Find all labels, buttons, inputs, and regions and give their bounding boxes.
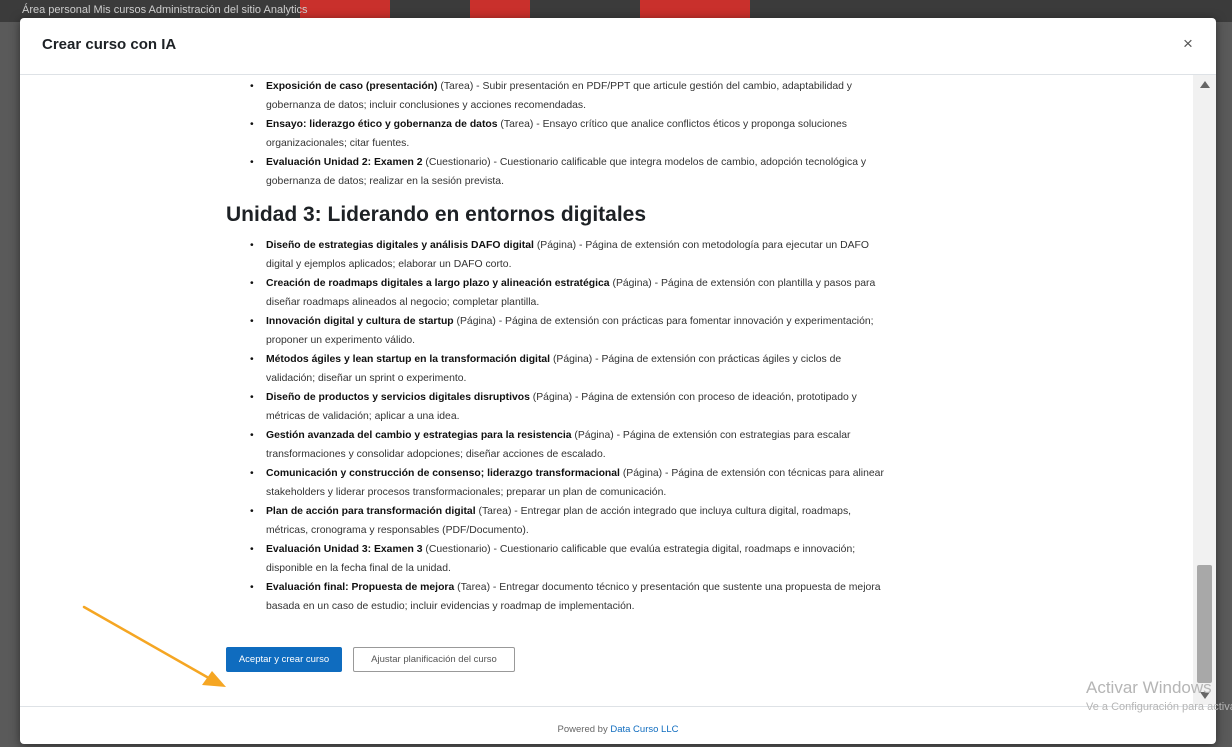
activity-description-continued: métricas, cronograma y responsables (PDF… — [266, 525, 529, 536]
annotation-arrow — [82, 605, 226, 687]
activity-title: Diseño de estrategias digitales y anális… — [266, 240, 534, 251]
activity-item: Métodos ágiles y lean startup en la tran… — [246, 350, 1026, 388]
scroll-up-arrow-icon[interactable] — [1200, 81, 1210, 88]
activity-description: (Página) - Página de extensión con proce… — [529, 392, 857, 403]
unit3-activity-list: Diseño de estrategias digitales y anális… — [246, 236, 1026, 616]
modal-header: Crear curso con IA × — [20, 18, 1216, 75]
activity-title: Diseño de productos y servicios digitale… — [266, 392, 530, 403]
activity-description-continued: transformaciones y consolidar adopciones… — [266, 449, 606, 460]
activity-item: Evaluación Unidad 2: Examen 2 (Cuestiona… — [246, 153, 1026, 191]
activity-description: (Página) - Página de extensión con técni… — [619, 468, 884, 479]
unit2-activity-list: Exposición de caso (presentación) (Tarea… — [246, 77, 1026, 191]
modal-footer: Powered by Data Curso LLC — [20, 706, 1216, 745]
activity-description-continued: disponible en la fecha final de la unida… — [266, 563, 451, 574]
activity-item: Diseño de productos y servicios digitale… — [246, 388, 1026, 426]
modal-title: Crear curso con IA — [42, 36, 177, 53]
activity-title: Evaluación final: Propuesta de mejora — [266, 582, 455, 593]
close-icon[interactable]: × — [1180, 35, 1196, 52]
watermark-title: Activar Windows — [1086, 678, 1212, 697]
activity-description-continued: gobernanza de datos; realizar en la sesi… — [266, 176, 504, 187]
activity-item: Comunicación y construcción de consenso;… — [246, 464, 1026, 502]
activity-description: (Página) - Página de extensión con metod… — [533, 240, 869, 251]
activity-item: Innovación digital y cultura de startup … — [246, 312, 1026, 350]
activity-title: Creación de roadmaps digitales a largo p… — [266, 278, 610, 289]
adjust-course-plan-button[interactable]: Ajustar planificación del curso — [353, 647, 515, 672]
activity-item: Evaluación Unidad 3: Examen 3 (Cuestiona… — [246, 540, 1026, 578]
course-plan-content: Exposición de caso (presentación) (Tarea… — [20, 75, 1192, 705]
activity-title: Innovación digital y cultura de startup — [266, 316, 454, 327]
activity-description: (Página) - Página de extensión con plant… — [609, 278, 876, 289]
powered-by-text: Powered by Data Curso LLC — [557, 724, 679, 735]
activity-description: (Página) - Página de extensión con práct… — [550, 354, 842, 365]
activity-title: Evaluación Unidad 3: Examen 3 — [266, 544, 423, 555]
vertical-scrollbar[interactable] — [1193, 75, 1216, 705]
activity-description: (Tarea) - Ensayo crítico que analice con… — [497, 119, 847, 130]
activity-title: Ensayo: liderazgo ético y gobernanza de … — [266, 119, 498, 130]
activity-description: (Página) - Página de extensión con estra… — [571, 430, 851, 441]
activity-description-continued: organizacionales; citar fuentes. — [266, 138, 410, 149]
create-course-ai-modal: Crear curso con IA × Exposición de caso … — [20, 18, 1216, 744]
accept-create-course-button[interactable]: Aceptar y crear curso — [226, 647, 342, 672]
activity-title: Métodos ágiles y lean startup en la tran… — [266, 354, 551, 365]
activity-item: Creación de roadmaps digitales a largo p… — [246, 274, 1026, 312]
activity-description: (Cuestionario) - Cuestionario calificabl… — [422, 544, 856, 555]
activity-description: (Tarea) - Entregar plan de acción integr… — [475, 506, 852, 517]
activity-description: (Tarea) - Subir presentación en PDF/PPT … — [437, 81, 853, 92]
activity-description-continued: stakeholders y liderar procesos transfor… — [266, 487, 667, 498]
unit3-heading: Unidad 3: Liderando en entornos digitale… — [226, 203, 647, 226]
activity-description-continued: proponer un experimento válido. — [266, 335, 416, 346]
activity-item: Evaluación final: Propuesta de mejora (T… — [246, 578, 1026, 616]
scroll-thumb[interactable] — [1197, 565, 1212, 683]
activity-item: Ensayo: liderazgo ético y gobernanza de … — [246, 115, 1026, 153]
activity-description: (Página) - Página de extensión con práct… — [453, 316, 874, 327]
activity-description-continued: diseñar roadmaps alineados al negocio; c… — [266, 297, 540, 308]
activity-description-continued: gobernanza de datos; incluir conclusione… — [266, 100, 586, 111]
activity-description-continued: validación; diseñar un sprint o experime… — [266, 373, 467, 384]
activity-item: Plan de acción para transformación digit… — [246, 502, 1026, 540]
activity-description: (Tarea) - Entregar documento técnico y p… — [454, 582, 881, 593]
windows-activation-watermark: Activar Windows Ve a Configuración para … — [1086, 677, 1232, 715]
activity-description-continued: digital y ejemplos aplicados; elaborar u… — [266, 259, 512, 270]
activity-title: Gestión avanzada del cambio y estrategia… — [266, 430, 572, 441]
activity-title: Comunicación y construcción de consenso;… — [266, 468, 620, 479]
activity-title: Evaluación Unidad 2: Examen 2 — [266, 157, 423, 168]
activity-title: Exposición de caso (presentación) — [266, 81, 438, 92]
data-curso-link[interactable]: Data Curso LLC — [610, 724, 678, 735]
activity-item: Gestión avanzada del cambio y estrategia… — [246, 426, 1026, 464]
activity-description: (Cuestionario) - Cuestionario calificabl… — [422, 157, 867, 168]
activity-description-continued: basada en un caso de estudio; incluir ev… — [266, 601, 635, 612]
watermark-subtitle: Ve a Configuración para activar Windows. — [1086, 701, 1232, 713]
background-nav-text: Área personal Mis cursos Administración … — [22, 4, 308, 16]
activity-description-continued: métricas de validación; aplicar a una id… — [266, 411, 460, 422]
activity-item: Exposición de caso (presentación) (Tarea… — [246, 77, 1026, 115]
activity-title: Plan de acción para transformación digit… — [266, 506, 476, 517]
activity-item: Diseño de estrategias digitales y anális… — [246, 236, 1026, 274]
